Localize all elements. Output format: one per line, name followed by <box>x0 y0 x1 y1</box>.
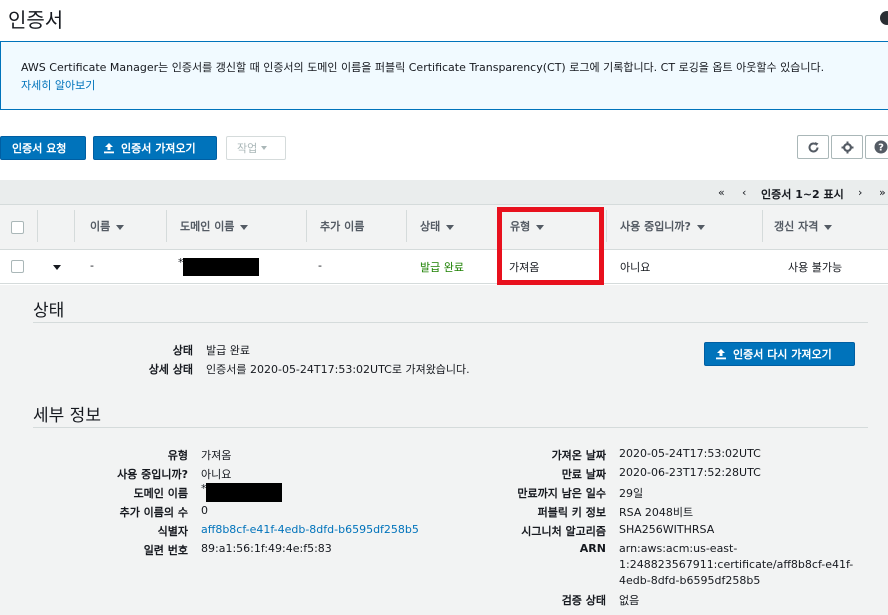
column-header-domain[interactable]: 도메인 이름 <box>180 218 249 234</box>
detail-in-use-label: 사용 중입니까? <box>117 468 188 481</box>
next-page-button[interactable]: › <box>858 186 862 199</box>
detail-type-label: 유형 <box>167 449 188 462</box>
first-page-button[interactable]: « <box>718 186 725 199</box>
section-divider <box>33 427 868 428</box>
expand-row-icon[interactable] <box>53 265 61 270</box>
status-section-title: 상태 <box>33 301 65 321</box>
help-icon: ? <box>874 140 888 154</box>
detail-arn-line-3: 4edb-8dfd-b6595df258b5 <box>619 574 761 587</box>
cell-name: - <box>90 259 94 272</box>
cell-additional: - <box>318 259 322 272</box>
detail-signature-label: 시그니처 알고리즘 <box>521 525 606 538</box>
refresh-button[interactable] <box>797 135 829 159</box>
cell-in-use: 아니요 <box>620 261 651 274</box>
request-certificate-label: 인증서 요청 <box>12 142 67 155</box>
column-header-additional-names[interactable]: 추가 이름 <box>320 218 364 234</box>
detail-signature-value: SHA256WITHRSA <box>619 523 715 536</box>
column-divider <box>306 210 307 242</box>
section-divider <box>33 322 868 323</box>
column-header-in-use[interactable]: 사용 중입니까? <box>620 218 705 234</box>
actions-dropdown[interactable]: 작업 <box>226 136 286 160</box>
sort-caret-icon <box>116 224 125 230</box>
request-certificate-button[interactable]: 인증서 요청 <box>0 136 86 160</box>
prev-page-button[interactable]: ‹ <box>742 186 746 199</box>
column-header-name[interactable]: 이름 <box>90 218 125 234</box>
sort-caret-icon <box>240 224 249 230</box>
column-divider <box>166 210 167 242</box>
reimport-certificate-button[interactable]: 인증서 다시 가져오기 <box>704 342 855 366</box>
learn-more-link[interactable]: 자세히 알아보기 <box>21 77 95 93</box>
info-text: AWS Certificate Manager는 인증서를 갱신할 때 인증서의… <box>21 61 825 74</box>
detail-imported-date-value: 2020-05-24T17:53:02UTC <box>619 447 761 460</box>
refresh-icon <box>808 141 818 152</box>
column-divider <box>74 210 75 242</box>
actions-label: 작업 <box>237 142 258 155</box>
settings-button[interactable] <box>831 135 863 159</box>
detail-days-left-label: 만료까지 남은 일수 <box>517 487 606 500</box>
pagination-label: 인증서 1~2 표시 <box>761 188 844 201</box>
detail-arn-line-1: arn:aws:acm:us-east- <box>619 542 738 555</box>
table-help-button[interactable]: ? <box>865 135 888 159</box>
sort-caret-icon <box>824 224 833 230</box>
detail-arn-label: ARN <box>579 542 606 555</box>
sort-caret-icon <box>696 224 705 230</box>
sort-caret-icon <box>446 224 455 230</box>
select-all-checkbox[interactable] <box>11 221 24 234</box>
detail-imported-date-label: 가져온 날짜 <box>551 449 606 462</box>
detail-serial-value: 89:a1:56:1f:49:4e:f5:83 <box>201 542 332 555</box>
upload-icon <box>716 349 726 360</box>
detail-validation-value: 없음 <box>619 594 640 607</box>
redacted-domain <box>206 483 282 502</box>
detail-days-left-value: 29일 <box>619 487 644 500</box>
detail-public-key-value: RSA 2048비트 <box>619 506 694 519</box>
detail-additional-count-label: 추가 이름의 수 <box>119 506 188 519</box>
row-checkbox[interactable] <box>11 260 24 273</box>
import-certificate-label: 인증서 가져오기 <box>121 142 196 155</box>
chevron-down-icon <box>261 146 268 150</box>
redacted-domain <box>183 258 259 276</box>
detail-serial-label: 일련 번호 <box>143 544 188 557</box>
certificates-page: 인증서 AWS Certificate Manager는 인증서를 갱신할 때 … <box>0 0 888 615</box>
detail-expiry-date-value: 2020-06-23T17:52:28UTC <box>619 466 761 479</box>
column-divider <box>606 210 607 242</box>
import-certificate-button[interactable]: 인증서 가져오기 <box>93 136 217 160</box>
reimport-certificate-label: 인증서 다시 가져오기 <box>733 348 832 361</box>
status-value: 발급 완료 <box>206 344 250 357</box>
page-title: 인증서 <box>8 8 64 32</box>
column-header-status[interactable]: 상태 <box>420 218 455 234</box>
detail-arn-line-2: 1:248823567911:certificate/aff8b8cf-e41f… <box>619 558 854 571</box>
detail-in-use-value: 아니요 <box>201 468 232 481</box>
gear-icon <box>841 141 853 153</box>
detail-public-key-label: 퍼블릭 키 정보 <box>537 506 606 519</box>
detail-domain-label: 도메인 이름 <box>133 487 188 500</box>
column-divider <box>762 210 763 242</box>
svg-text:?: ? <box>878 143 884 154</box>
cell-status: 발급 완료 <box>420 261 464 274</box>
detail-additional-count-value: 0 <box>201 504 208 517</box>
column-divider <box>406 210 407 242</box>
column-divider <box>37 210 38 242</box>
detailed-status-label: 상세 상태 <box>148 363 193 376</box>
cell-renewal: 사용 불가능 <box>788 261 843 274</box>
upload-icon <box>104 143 114 154</box>
detail-validation-label: 검증 상태 <box>561 594 606 607</box>
detail-identifier-label: 식별자 <box>157 525 188 538</box>
status-label: 상태 <box>172 344 193 357</box>
pagination-bar <box>0 180 888 204</box>
ct-logging-info-box: AWS Certificate Manager는 인증서를 갱신할 때 인증서의… <box>0 41 888 110</box>
type-column-highlight <box>497 207 604 285</box>
detail-type-value: 가져옴 <box>201 449 232 462</box>
detailed-status-value: 인증서를 2020-05-24T17:53:02UTC로 가져왔습니다. <box>206 363 470 376</box>
column-header-renewal[interactable]: 갱신 자격 <box>774 218 833 234</box>
details-section-title: 세부 정보 <box>33 406 101 426</box>
detail-expiry-date-label: 만료 날짜 <box>561 468 606 481</box>
help-icon[interactable] <box>880 11 888 25</box>
last-page-button[interactable]: » <box>879 186 886 199</box>
detail-identifier-link[interactable]: aff8b8cf-e41f-4edb-8dfd-b6595df258b5 <box>201 523 419 536</box>
